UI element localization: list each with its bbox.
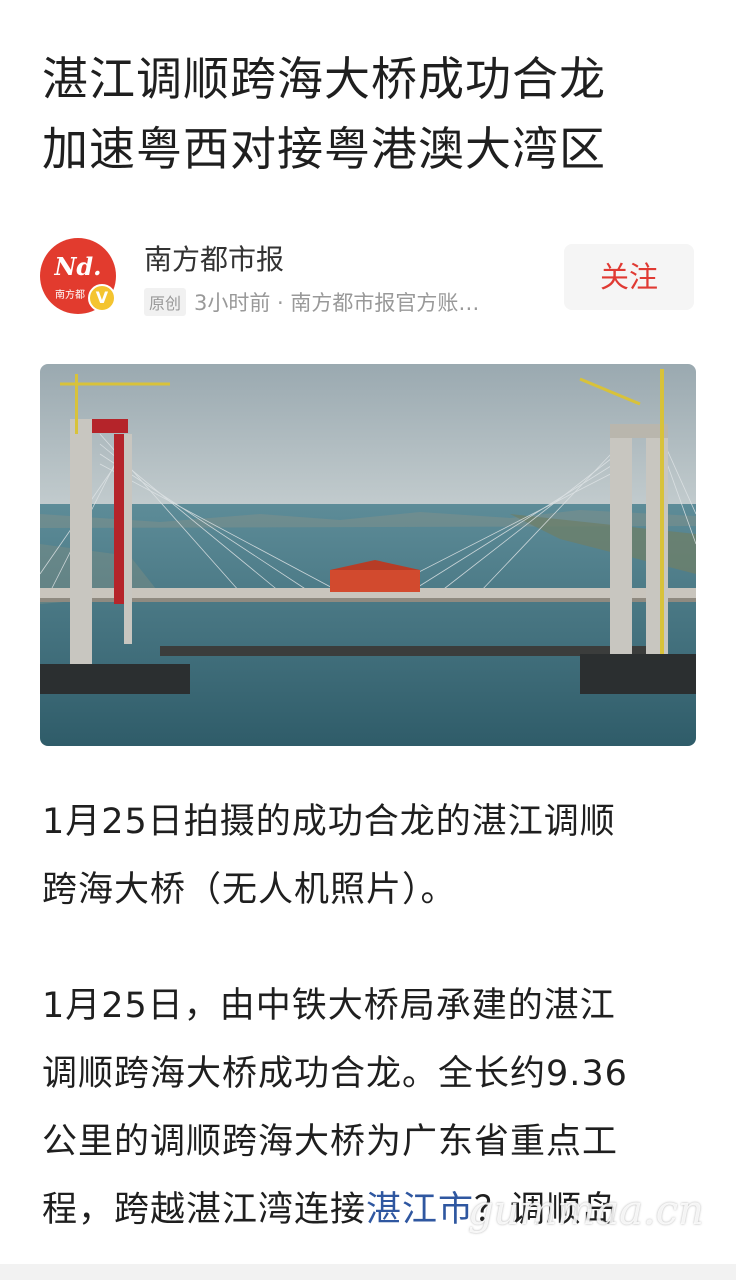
paragraph-line-3: 公里的调顺跨海大桥为广东省重点工 xyxy=(42,1122,619,1162)
bottom-bar xyxy=(0,1264,736,1280)
bridge-photo-image xyxy=(40,364,696,746)
paragraph-text: 程，跨越湛江湾连接 xyxy=(42,1190,367,1230)
article-page: 湛江调顺跨海大桥成功合龙 加速粤西对接粤港澳大湾区 Nd. 南方都 V 南方都市… xyxy=(0,0,736,1280)
caption-line-2: 跨海大桥（无人机照片）。 xyxy=(42,870,457,910)
follow-button[interactable]: 关注 xyxy=(564,244,694,310)
paragraph-line-1: 1月25日，由中铁大桥局承建的湛江 xyxy=(42,986,616,1026)
watermark: gummaa.cn xyxy=(468,1188,704,1234)
publish-meta: 3小时前 · 南方都市报官方账… xyxy=(194,291,480,315)
city-link[interactable]: 湛江市 xyxy=(366,1190,474,1230)
author-name[interactable]: 南方都市报 xyxy=(144,238,284,278)
original-tag: 原创 xyxy=(144,288,187,316)
article-title: 湛江调顺跨海大桥成功合龙 加速粤西对接粤港澳大湾区 xyxy=(42,44,702,184)
caption-line-1: 1月25日拍摄的成功合龙的湛江调顺 xyxy=(42,802,616,842)
photo-caption: 1月25日拍摄的成功合龙的湛江调顺 跨海大桥（无人机照片）。 xyxy=(42,788,698,924)
author-meta: 原创 3小时前 · 南方都市报官方账… xyxy=(144,288,479,316)
paragraph-line-2: 调顺跨海大桥成功合龙。全长约9.36 xyxy=(42,1054,628,1094)
title-line-1: 湛江调顺跨海大桥成功合龙 xyxy=(42,52,606,106)
verified-badge-icon: V xyxy=(88,284,116,312)
author-row: Nd. 南方都 V 南方都市报 原创 3小时前 · 南方都市报官方账… 关注 xyxy=(40,238,696,318)
avatar-logo: Nd. xyxy=(54,252,102,281)
bridge-photo[interactable] xyxy=(40,364,696,746)
title-line-2: 加速粤西对接粤港澳大湾区 xyxy=(42,122,606,176)
